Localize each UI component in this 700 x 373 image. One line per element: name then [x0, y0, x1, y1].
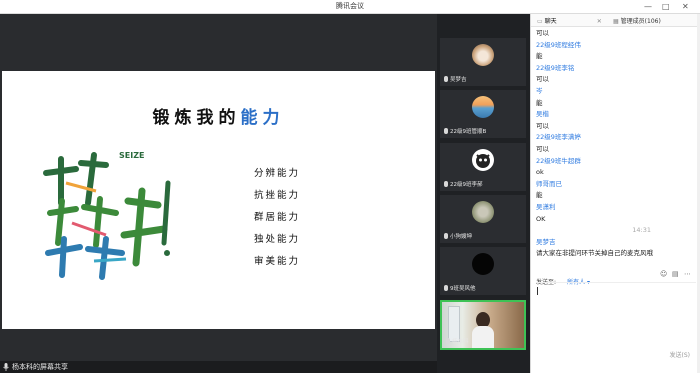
minimize-button[interactable]: — — [644, 1, 652, 12]
chat-sender-name[interactable]: 吴潇利 — [536, 202, 696, 214]
chat-tabs: ▭ 聊天 ✕ ▦ 管理成员(106) — [531, 14, 700, 27]
members-icon: ▦ — [613, 18, 619, 25]
chat-panel: ▭ 聊天 ✕ ▦ 管理成员(106) 可以 22级9班程经伟 能 22级9班李铭 可以… — [530, 14, 700, 373]
ability-item: 独处能力 — [254, 234, 301, 245]
chat-sender-name[interactable]: 岑 — [536, 86, 696, 98]
participant-name: 22级9班管顺B — [444, 127, 486, 135]
participant-tile[interactable]: 22级9班李郝 — [440, 143, 526, 191]
slide-title-prefix: 锻炼我的 — [152, 108, 241, 128]
sunset-photo-avatar — [472, 96, 494, 118]
chat-input[interactable]: 发送(S) — [536, 282, 696, 362]
chat-message-text: 能 — [536, 52, 543, 61]
chat-message-text: 可以 — [536, 75, 549, 84]
microphone-icon[interactable] — [3, 363, 9, 371]
mic-icon — [444, 285, 448, 291]
chat-sender-name[interactable]: 22级9班程经伟 — [536, 40, 696, 52]
ability-list: 分辨能力 抗挫能力 群居能力 独处能力 审美能力 — [254, 163, 300, 273]
chat-message-text: 请大家在非提问环节关掉自己的麦克风哦 — [536, 249, 653, 258]
chat-sender-name[interactable]: 22级9班李铭 — [536, 63, 696, 75]
participant-tile[interactable]: 22级9班管顺B — [440, 90, 526, 138]
cartoon-avatar — [472, 149, 494, 171]
presentation-slide: 锻炼我的能力 SEIZE 分辨能力 抗挫能力 群居能力 独处能力 审美能力 — [2, 71, 435, 329]
chat-message-text: 能 — [536, 191, 543, 200]
pet-photo-avatar — [472, 201, 494, 223]
text-caret — [537, 287, 538, 295]
close-icon[interactable]: ✕ — [597, 18, 602, 25]
tab-chat[interactable]: ▭ 聊天 ✕ — [537, 16, 602, 25]
participant-tile[interactable]: 吴梦吉 — [440, 38, 526, 86]
chat-sender-name[interactable]: 吴楷 — [536, 109, 696, 121]
mic-icon — [444, 181, 448, 187]
mic-icon — [446, 338, 450, 344]
participant-name: 9班吴风他 — [444, 284, 476, 292]
chat-message-text: 能 — [536, 98, 543, 107]
participant-name: 22级9班李郝 — [444, 180, 483, 188]
seize-the-day-calligraphy-art — [43, 152, 171, 280]
cat-photo-avatar — [472, 44, 494, 66]
title-bar: 腾讯会议 — □ ✕ — [0, 0, 700, 14]
ability-item: 分辨能力 — [254, 168, 301, 179]
mic-icon — [444, 233, 448, 239]
send-button[interactable]: 发送(S) — [670, 350, 691, 359]
chat-message-text: 可以 — [536, 144, 549, 153]
black-avatar — [472, 253, 494, 275]
chat-sender-name[interactable]: 22级9班李满婷 — [536, 132, 696, 144]
emoji-icon[interactable]: ☺ — [660, 270, 667, 278]
chat-message-text: 可以 — [536, 29, 549, 37]
seize-now-mark: SEIZE — [119, 151, 145, 160]
slide-title: 锻炼我的能力 — [2, 103, 435, 128]
chat-sender-name[interactable]: 22级9班牛超群 — [536, 156, 696, 168]
participant-name: 吴梦吉 — [444, 75, 467, 83]
ability-item: 群居能力 — [254, 212, 301, 223]
screen-share-label: 杨本科的屏幕共享 — [12, 363, 68, 371]
send-to-row: 发送至: 所有人 ▾ ☺ ▤ ⋯ — [536, 269, 696, 286]
chat-sender-name[interactable]: 师哥而已 — [536, 179, 696, 191]
mic-icon — [444, 128, 448, 134]
file-icon[interactable]: ▤ — [672, 270, 679, 278]
participant-list[interactable]: 吴梦吉 22级9班管顺B 22级9班李郝 小狗嫂坤 9班吴风他 杨本科 — [437, 14, 530, 373]
shared-screen-stage: 锻炼我的能力 SEIZE 分辨能力 抗挫能力 群居能力 独处能力 审美能力 — [0, 14, 437, 361]
chat-timestamp: 14:31 — [632, 226, 651, 235]
chat-message-text: 可以 — [536, 121, 549, 130]
window-title: 腾讯会议 — [336, 2, 364, 10]
more-icon[interactable]: ⋯ — [684, 270, 691, 278]
chat-sender-name[interactable]: 吴梦吉 — [536, 237, 696, 249]
maximize-button[interactable]: □ — [662, 1, 670, 12]
chat-icon: ▭ — [537, 18, 543, 25]
close-button[interactable]: ✕ — [682, 1, 689, 12]
chat-message-text: ok — [536, 168, 544, 177]
participant-tile[interactable]: 9班吴风他 — [440, 247, 526, 295]
active-speaker-video-tile[interactable]: 杨本科 — [440, 300, 526, 350]
status-bar: 杨本科的屏幕共享 — [0, 361, 437, 373]
slide-title-highlight: 能力 — [240, 108, 285, 128]
ability-item: 抗挫能力 — [254, 190, 301, 201]
participant-tile[interactable]: 小狗嫂坤 — [440, 195, 526, 243]
mic-icon — [444, 76, 448, 82]
participant-name: 小狗嫂坤 — [444, 232, 472, 240]
ability-item: 审美能力 — [254, 256, 301, 267]
tab-members[interactable]: ▦ 管理成员(106) — [613, 16, 661, 25]
chat-message-text: OK — [536, 214, 546, 223]
chat-message-list: 可以 22级9班程经伟 能 22级9班李铭 可以 岑 能 吴楷 可以 22级9班… — [536, 28, 696, 260]
participant-name: 杨本科 — [446, 337, 469, 345]
